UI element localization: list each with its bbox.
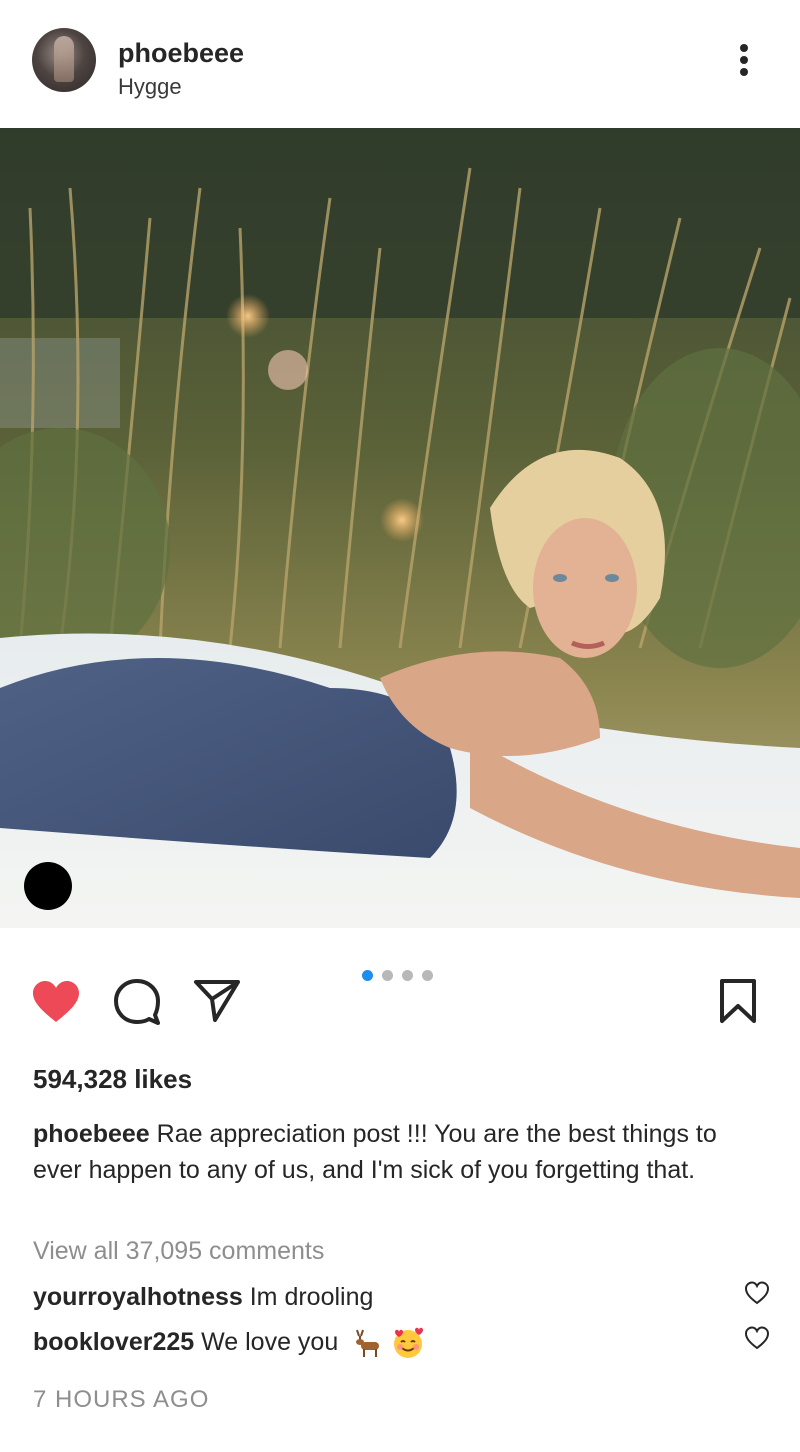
send-icon[interactable] <box>193 978 241 1022</box>
like-count[interactable]: 594,328 likes <box>33 1063 192 1095</box>
comment-username[interactable]: booklover225 <box>33 1328 194 1356</box>
action-bar <box>0 960 800 1030</box>
comment: yourroyalhotness Im drooling <box>33 1280 733 1314</box>
bookmark-icon[interactable] <box>718 978 758 1024</box>
comment-like-icon[interactable] <box>744 1281 770 1305</box>
comment-like-icon[interactable] <box>744 1326 770 1350</box>
comment: booklover225 We love you <box>33 1325 733 1360</box>
comment-text: Im drooling <box>242 1283 374 1311</box>
tagged-users-indicator[interactable] <box>24 862 72 910</box>
post-image[interactable] <box>0 128 800 928</box>
post-location[interactable]: Hygge <box>118 74 182 100</box>
post-timestamp: 7 HOURS AGO <box>33 1386 210 1413</box>
more-options-icon[interactable] <box>730 40 758 80</box>
comment-text: We love you <box>194 1328 346 1356</box>
post-header: phoebeee Hygge <box>0 0 800 128</box>
caption-username[interactable]: phoebeee <box>33 1120 150 1148</box>
view-all-comments-link[interactable]: View all 37,095 comments <box>33 1234 324 1268</box>
avatar[interactable] <box>32 28 96 92</box>
comment-icon[interactable] <box>112 978 162 1026</box>
smiling-face-with-hearts-emoji <box>394 1328 424 1359</box>
deer-emoji <box>356 1330 380 1358</box>
post-caption: phoebeee Rae appreciation post !!! You a… <box>33 1116 763 1188</box>
comment-username[interactable]: yourroyalhotness <box>33 1283 243 1311</box>
post-username[interactable]: phoebeee <box>118 38 244 68</box>
heart-filled-icon[interactable] <box>31 980 81 1024</box>
